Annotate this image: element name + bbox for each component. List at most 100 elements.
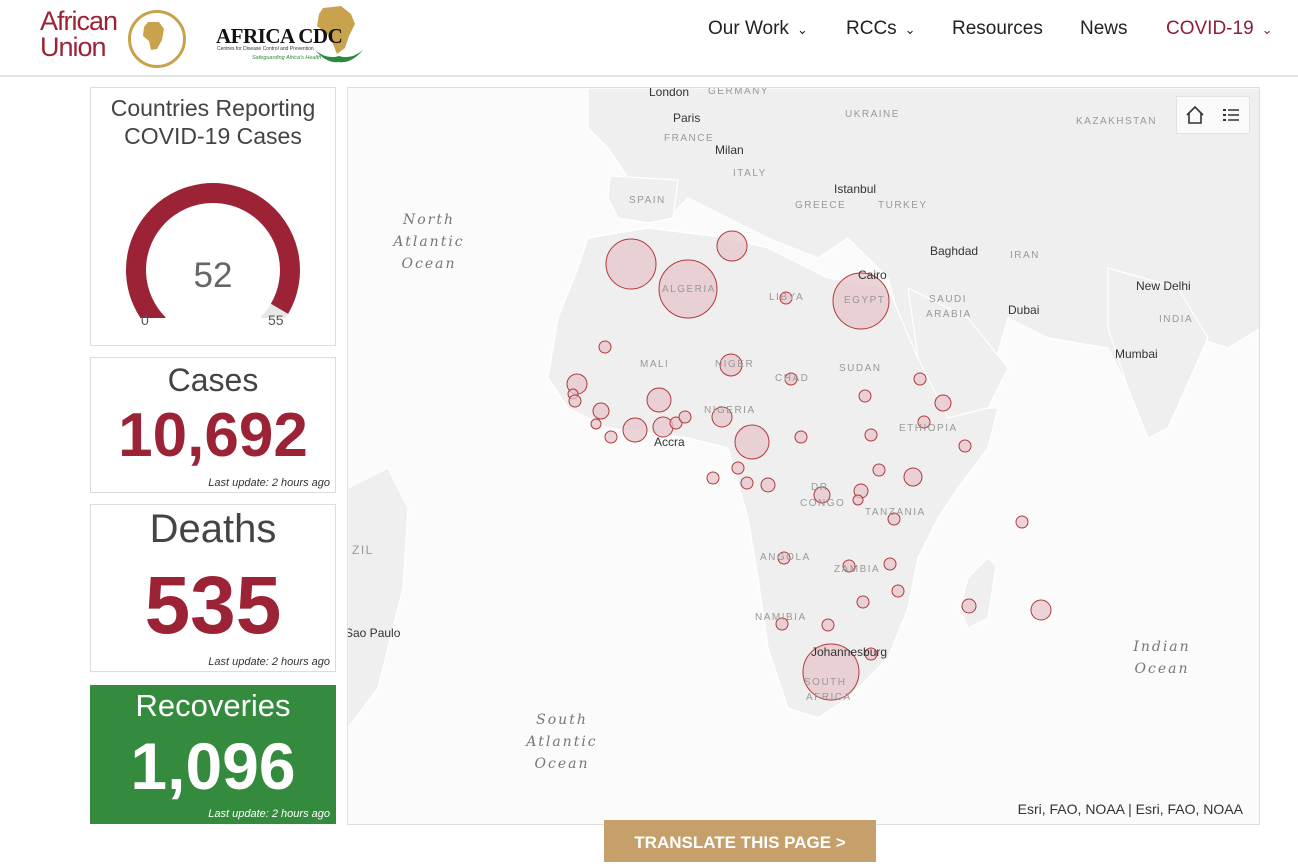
case-bubble-marker[interactable]	[821, 618, 835, 632]
map-country-label: KAZAKHSTAN	[1076, 116, 1157, 127]
au-emblem-icon	[128, 10, 186, 68]
africa-cdc-logo[interactable]: AFRICA CDC Centres for Disease Control a…	[216, 4, 376, 66]
nav-rccs[interactable]: RCCs ⌄	[846, 18, 916, 42]
case-bubble-marker[interactable]	[961, 598, 977, 614]
map-city-label: Mumbai	[1115, 347, 1158, 361]
case-bubble-marker[interactable]	[852, 494, 864, 506]
case-bubble-marker[interactable]	[794, 430, 808, 444]
recoveries-label: Recoveries	[135, 688, 291, 723]
gauge-value: 52	[193, 256, 233, 295]
case-bubble-marker[interactable]	[592, 402, 610, 420]
case-bubble-marker[interactable]	[734, 424, 770, 460]
map-country-label: SOUTH	[804, 677, 847, 688]
case-bubble-marker[interactable]	[590, 418, 602, 430]
case-bubble-marker[interactable]	[716, 230, 748, 262]
map-basemap	[348, 88, 1259, 729]
case-bubble-marker[interactable]	[740, 476, 754, 490]
map-city-label: Baghdad	[930, 244, 979, 258]
case-bubble-marker[interactable]	[883, 557, 897, 571]
map-country-label: GERMANY	[708, 87, 770, 97]
map-country-label: ZAMBIA	[834, 564, 881, 575]
cdc-tagline: Safeguarding Africa's Health	[252, 55, 322, 61]
case-bubble-marker[interactable]	[598, 340, 612, 354]
recoveries-card: Recoveries 1,096 Last update: 2 hours ag…	[90, 685, 336, 824]
map-city-label: Paris	[673, 111, 701, 125]
land-madagascar	[959, 557, 997, 629]
map-country-label: SUDAN	[839, 363, 882, 374]
map-country-label: EGYPT	[844, 295, 886, 306]
map-city-label: Johannesburg	[811, 645, 888, 659]
map-toolbar	[1176, 96, 1250, 134]
map-country-label: MALI	[640, 359, 670, 370]
map-city-label: Accra	[654, 435, 685, 449]
case-bubble-marker[interactable]	[760, 477, 776, 493]
map-city-label: Sao Paulo	[347, 626, 401, 640]
map-country-label: DR	[811, 482, 829, 493]
map-country-label: ETHIOPIA	[899, 423, 958, 434]
gauge-min-label: 0	[141, 312, 149, 328]
map-country-label: ALGERIA	[662, 284, 716, 295]
map-attribution[interactable]: Esri, FAO, NOAA | Esri, FAO, NOAA	[1018, 801, 1243, 817]
map-country-label: INDIA	[1159, 314, 1194, 325]
map-country-label: ARABIA	[926, 309, 972, 320]
case-bubble-marker[interactable]	[913, 372, 927, 386]
case-bubble-marker[interactable]	[706, 471, 720, 485]
case-bubble-marker[interactable]	[678, 410, 692, 424]
map-country-label: AFRICA	[806, 692, 852, 703]
case-bubble-marker[interactable]	[958, 439, 972, 453]
deaths-last-update: Last update: 2 hours ago	[208, 656, 330, 668]
african-union-logo[interactable]: African Union	[40, 8, 190, 68]
case-bubble-marker[interactable]	[872, 463, 886, 477]
case-bubble-marker[interactable]	[622, 417, 648, 443]
cases-label: Cases	[167, 362, 259, 398]
map-country-label: ITALY	[733, 168, 767, 179]
map-country-label: TURKEY	[878, 200, 928, 211]
case-bubble-marker[interactable]	[903, 467, 923, 487]
case-bubble-marker[interactable]	[646, 387, 672, 413]
map-country-label: CHAD	[775, 373, 810, 384]
case-bubble-marker[interactable]	[1030, 599, 1052, 621]
map-country-label: GREECE	[795, 200, 847, 211]
map-country-label: CONGO	[800, 498, 846, 509]
land-south-america	[348, 467, 409, 729]
map-country-label: IRAN	[1010, 250, 1040, 261]
map-ocean-label: North Atlantic Ocean	[393, 212, 465, 272]
map-country-label: LIBYA	[769, 292, 805, 303]
nav-resources[interactable]: Resources	[952, 18, 1043, 42]
case-bubble-marker[interactable]	[1015, 515, 1029, 529]
case-bubble-marker[interactable]	[604, 430, 618, 444]
map-ocean-label: South Atlantic Ocean	[526, 712, 598, 772]
case-bubble-marker[interactable]	[568, 394, 582, 408]
case-bubble-marker[interactable]	[731, 461, 745, 475]
case-bubble-marker[interactable]	[891, 584, 905, 598]
case-bubble-marker[interactable]	[652, 416, 674, 438]
gauge-max-label: 55	[268, 312, 284, 328]
map-country-label: NIGER	[715, 359, 755, 370]
gauge-title-line2: COVID-19 Cases	[124, 123, 302, 149]
map-country-label: SAUDI	[929, 294, 968, 305]
map-city-label: New Delhi	[1136, 279, 1191, 293]
case-bubble-marker[interactable]	[934, 394, 952, 412]
au-logo-text: African Union	[40, 8, 118, 61]
gauge-title-line1: Countries Reporting	[110, 95, 316, 121]
map-city-label: Istanbul	[834, 182, 877, 196]
case-bubble-marker[interactable]	[605, 238, 657, 290]
map-city-label: Dubai	[1008, 303, 1040, 317]
recoveries-last-update: Last update: 2 hours ago	[208, 808, 330, 820]
translate-page-button[interactable]: TRANSLATE THIS PAGE >	[604, 820, 876, 862]
gauge-chart	[126, 183, 300, 318]
nav-our-work[interactable]: Our Work ⌄	[708, 18, 808, 42]
site-header: African Union AFRICA CDC Centres for Dis…	[0, 0, 1298, 77]
home-icon[interactable]	[1182, 102, 1208, 128]
nav-our-work-label: Our Work	[708, 18, 789, 39]
case-bubble-marker[interactable]	[864, 428, 878, 442]
cases-card: Cases 10,692 Last update: 2 hours ago	[90, 357, 336, 493]
nav-covid-19[interactable]: COVID-19 ⌄	[1166, 18, 1273, 42]
case-bubble-marker[interactable]	[856, 595, 870, 609]
list-icon[interactable]	[1218, 102, 1244, 128]
case-bubble-marker[interactable]	[858, 389, 872, 403]
map-country-label: TANZANIA	[865, 507, 926, 518]
covid-map[interactable]: London Paris Milan Istanbul Baghdad Cair…	[347, 87, 1260, 825]
nav-news[interactable]: News	[1080, 18, 1128, 42]
map-city-label: London	[649, 87, 690, 99]
